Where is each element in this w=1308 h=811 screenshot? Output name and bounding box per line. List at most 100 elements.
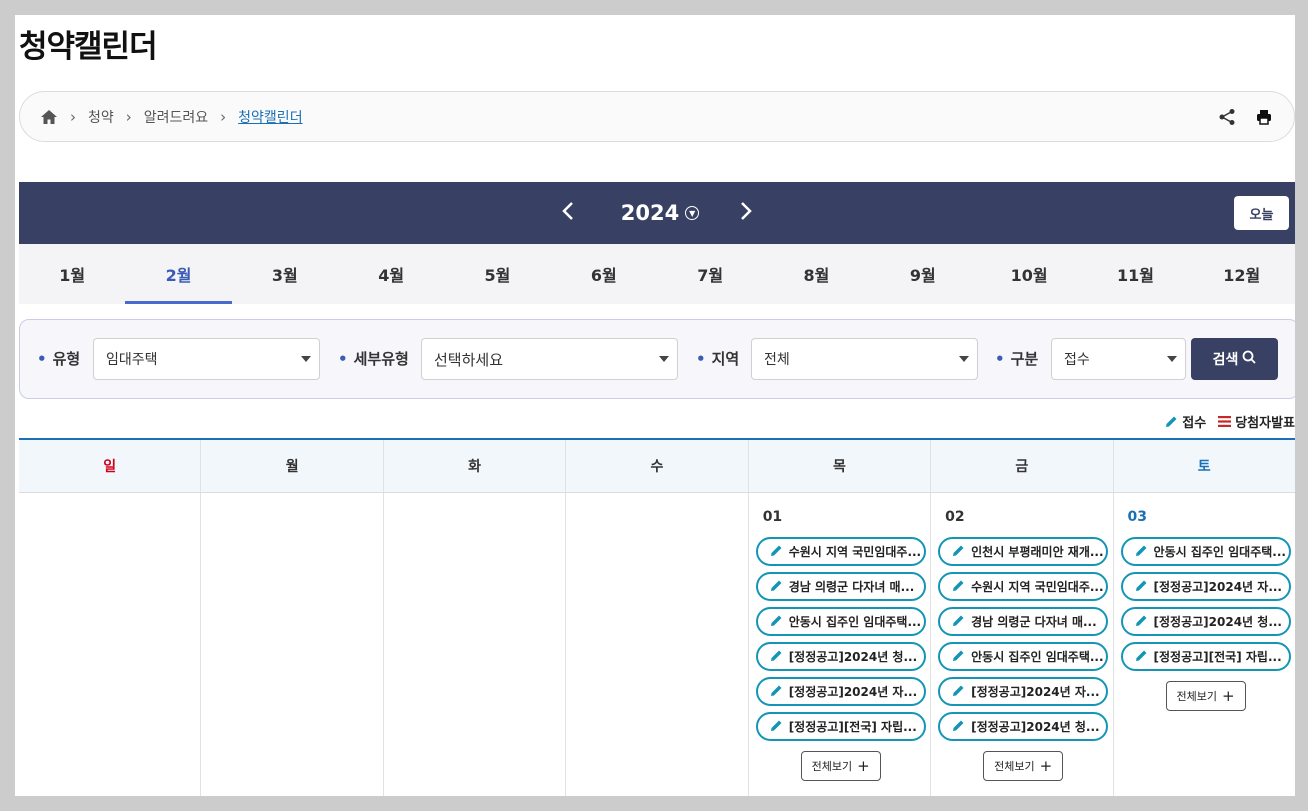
event-item[interactable]: [정정공고]2024년 자... bbox=[755, 677, 926, 706]
weekday-wed: 수 bbox=[566, 440, 749, 492]
year-label[interactable]: 2024 bbox=[621, 201, 679, 225]
event-item[interactable]: [정정공고][전국] 자립... bbox=[1120, 642, 1291, 671]
pencil-icon bbox=[770, 579, 783, 595]
category-select[interactable]: 접수 bbox=[1051, 338, 1186, 380]
pencil-icon bbox=[952, 649, 965, 665]
region-select-value: 전체 bbox=[764, 352, 790, 368]
event-item[interactable]: [정정공고]2024년 자... bbox=[938, 677, 1109, 706]
home-icon[interactable] bbox=[40, 109, 58, 125]
view-all-button[interactable]: 전체보기 + bbox=[1165, 681, 1246, 711]
event-title: 안동시 집주인 임대주택... bbox=[788, 615, 922, 629]
tab-month-11[interactable]: 11월 bbox=[1082, 244, 1188, 304]
day-number: 03 bbox=[1127, 509, 1148, 525]
empty-day-cell bbox=[19, 493, 202, 796]
tab-month-12[interactable]: 12월 bbox=[1189, 244, 1295, 304]
view-all-button[interactable]: 전체보기 + bbox=[983, 751, 1064, 781]
legend-apply: 접수 bbox=[1165, 412, 1206, 431]
event-title: 경남 의령군 다자녀 매... bbox=[971, 615, 1097, 629]
event-item[interactable]: 수원시 지역 국민임대주... bbox=[938, 572, 1109, 601]
prev-year-button[interactable] bbox=[555, 199, 581, 227]
event-title: [정정공고]2024년 자... bbox=[788, 685, 918, 699]
event-title: [정정공고]2024년 청... bbox=[788, 650, 918, 664]
calendar-header: 일 월 화 수 목 금 토 bbox=[19, 440, 1295, 493]
pencil-icon bbox=[770, 614, 783, 630]
chevron-down-icon[interactable]: ▼ bbox=[685, 206, 700, 220]
event-title: [정정공고]2024년 청... bbox=[971, 720, 1100, 734]
event-item[interactable]: 안동시 집주인 임대주택... bbox=[755, 607, 926, 636]
chevron-right-icon: › bbox=[70, 107, 76, 126]
event-title: [정정공고]2024년 자... bbox=[971, 685, 1100, 699]
next-year-button[interactable] bbox=[733, 199, 759, 227]
event-item[interactable]: 안동시 집주인 임대주택... bbox=[938, 642, 1109, 671]
pencil-icon bbox=[770, 649, 783, 665]
caret-down-icon bbox=[959, 356, 969, 362]
pencil-icon bbox=[1135, 579, 1148, 595]
breadcrumb-item-notice[interactable]: 알려드려요 bbox=[144, 107, 208, 127]
tab-month-1[interactable]: 1월 bbox=[19, 244, 125, 304]
tab-month-10[interactable]: 10월 bbox=[976, 244, 1082, 304]
page-title: 청약캘린더 bbox=[19, 29, 158, 65]
event-title: 수원시 지역 국민임대주... bbox=[788, 545, 922, 559]
view-all-button[interactable]: 전체보기 + bbox=[800, 751, 881, 781]
event-title: 경남 의령군 다자녀 매... bbox=[788, 580, 915, 594]
event-item[interactable]: 인천시 부평래미안 재개... bbox=[938, 537, 1109, 566]
share-icon[interactable] bbox=[1218, 108, 1236, 126]
event-item[interactable]: 경남 의령군 다자녀 매... bbox=[938, 607, 1109, 636]
event-item[interactable]: [정정공고]2024년 청... bbox=[1120, 607, 1291, 636]
event-title: [정정공고][전국] 자립... bbox=[788, 720, 917, 734]
weekday-thu: 목 bbox=[749, 440, 932, 492]
category-label: 구분 bbox=[995, 348, 1039, 369]
event-item[interactable]: 경남 의령군 다자녀 매... bbox=[755, 572, 926, 601]
list-icon bbox=[1218, 416, 1232, 427]
tab-month-3[interactable]: 3월 bbox=[232, 244, 338, 304]
caret-down-icon bbox=[1167, 356, 1177, 362]
pencil-icon bbox=[952, 684, 965, 700]
filter-panel: 유형 임대주택 세부유형 선택하세요 지역 전체 구분 접수 검색 bbox=[19, 319, 1295, 399]
calendar: 일 월 화 수 목 금 토 01 수원시 지역 국민임대주... 경남 의령군 다자… bbox=[19, 438, 1295, 796]
empty-day-cell bbox=[384, 493, 567, 796]
region-label: 지역 bbox=[696, 348, 740, 369]
pencil-icon bbox=[770, 544, 783, 560]
calendar-week: 01 수원시 지역 국민임대주... 경남 의령군 다자녀 매... 안동시 집주인 … bbox=[19, 493, 1295, 796]
event-item[interactable]: [정정공고]2024년 자... bbox=[1120, 572, 1291, 601]
subtype-select[interactable]: 선택하세요 bbox=[421, 338, 678, 380]
event-item[interactable]: 안동시 집주인 임대주택... bbox=[1120, 537, 1291, 566]
event-title: [정정공고]2024년 자... bbox=[1153, 580, 1282, 594]
breadcrumb-item-apply[interactable]: 청약 bbox=[88, 107, 114, 127]
breadcrumb: › 청약 › 알려드려요 › 청약캘린더 bbox=[19, 91, 1295, 142]
category-select-value: 접수 bbox=[1064, 352, 1090, 368]
weekday-fri: 금 bbox=[931, 440, 1114, 492]
subtype-select-value: 선택하세요 bbox=[434, 350, 504, 369]
print-icon[interactable] bbox=[1256, 109, 1272, 125]
event-item[interactable]: [정정공고][전국] 자립... bbox=[755, 712, 926, 741]
event-item[interactable]: [정정공고]2024년 청... bbox=[755, 642, 926, 671]
pencil-icon bbox=[1135, 544, 1148, 560]
event-item[interactable]: 수원시 지역 국민임대주... bbox=[755, 537, 926, 566]
tab-month-7[interactable]: 7월 bbox=[657, 244, 763, 304]
region-select[interactable]: 전체 bbox=[751, 338, 978, 380]
tab-month-5[interactable]: 5월 bbox=[444, 244, 550, 304]
type-select[interactable]: 임대주택 bbox=[93, 338, 320, 380]
tab-month-6[interactable]: 6월 bbox=[551, 244, 657, 304]
day-number: 02 bbox=[945, 509, 965, 525]
type-label: 유형 bbox=[37, 348, 81, 369]
tab-month-8[interactable]: 8월 bbox=[763, 244, 869, 304]
today-button[interactable]: 오늘 bbox=[1234, 196, 1289, 230]
event-item[interactable]: [정정공고]2024년 청... bbox=[938, 712, 1109, 741]
legend-apply-label: 접수 bbox=[1182, 416, 1207, 431]
caret-down-icon bbox=[301, 356, 311, 362]
tab-month-2[interactable]: 2월 bbox=[125, 244, 232, 304]
year-navigation: 2024 ▼ 오늘 bbox=[19, 182, 1295, 244]
weekday-tue: 화 bbox=[384, 440, 567, 492]
plus-icon: + bbox=[1039, 757, 1053, 775]
search-button[interactable]: 검색 bbox=[1191, 338, 1278, 380]
tab-month-4[interactable]: 4월 bbox=[338, 244, 444, 304]
plus-icon: + bbox=[857, 757, 870, 775]
pencil-icon bbox=[770, 719, 783, 735]
event-title: 인천시 부평래미안 재개... bbox=[971, 545, 1104, 559]
event-title: 안동시 집주인 임대주택... bbox=[1153, 545, 1286, 559]
event-title: 안동시 집주인 임대주택... bbox=[971, 650, 1104, 664]
event-title: [정정공고][전국] 자립... bbox=[1153, 650, 1282, 664]
breadcrumb-current[interactable]: 청약캘린더 bbox=[238, 107, 302, 127]
tab-month-9[interactable]: 9월 bbox=[870, 244, 976, 304]
